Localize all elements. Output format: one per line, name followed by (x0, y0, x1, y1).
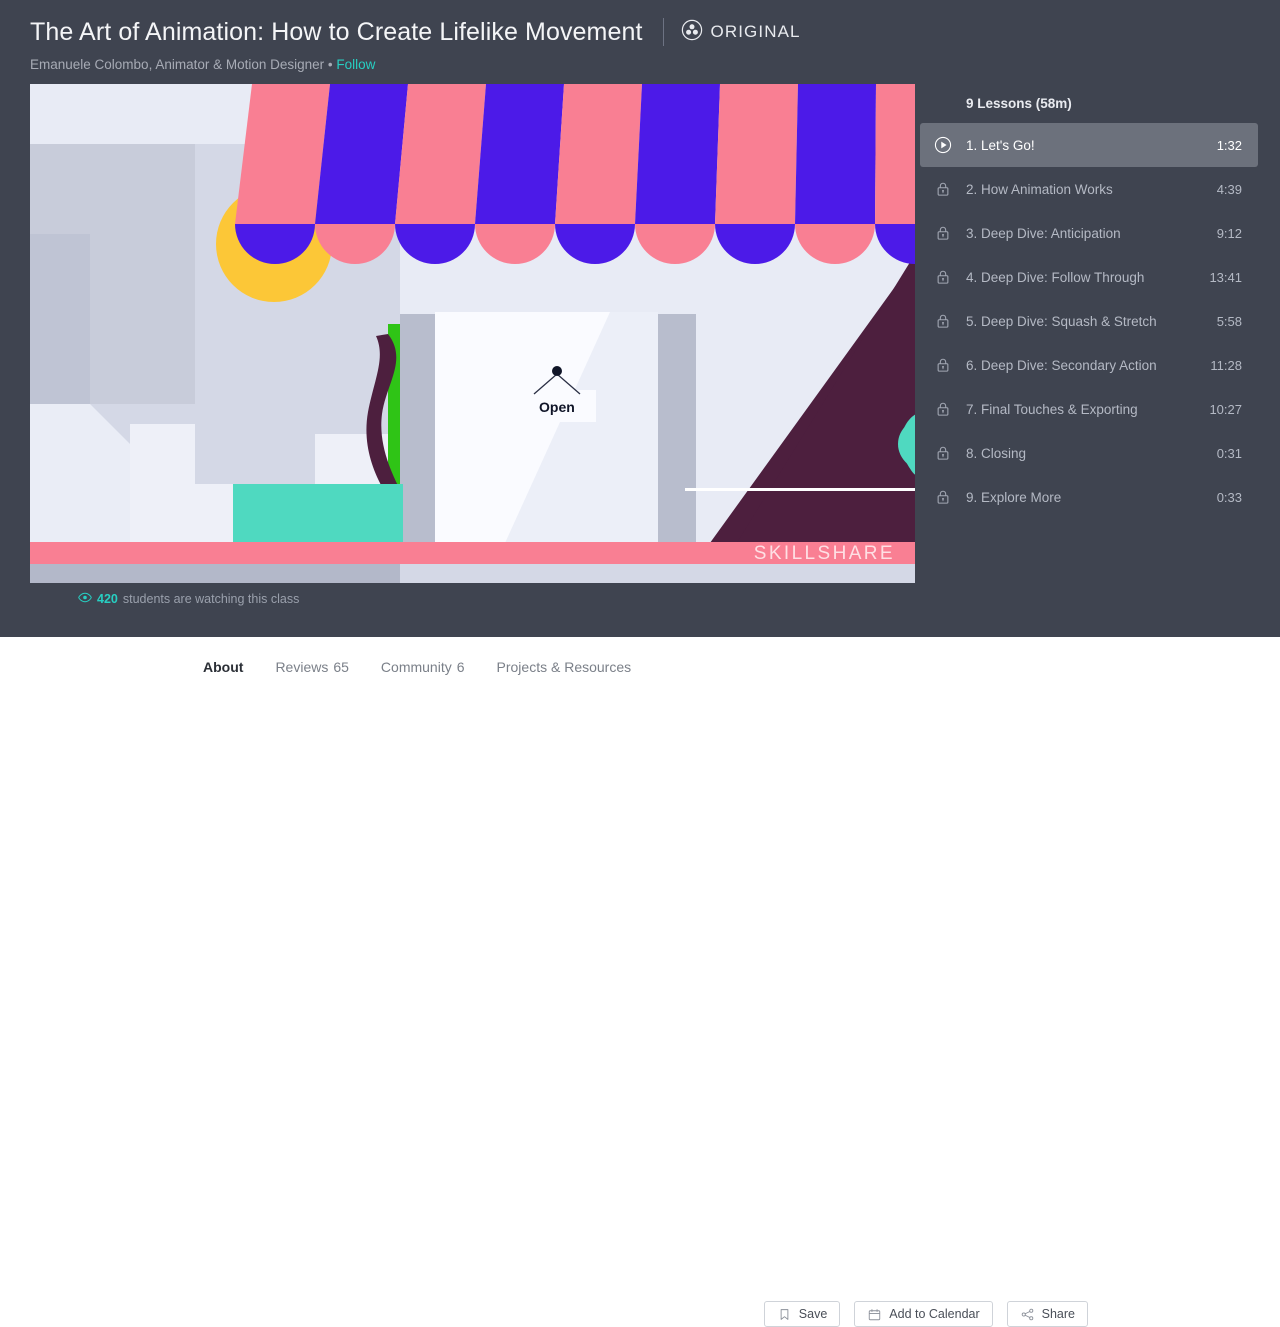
bookmark-icon (777, 1307, 792, 1322)
lesson-row[interactable]: 1. Let's Go! 1:32 (920, 123, 1258, 167)
lesson-row[interactable]: 7. Final Touches & Exporting 10:27 (920, 387, 1258, 431)
tab-label: About (203, 659, 244, 675)
tab-about[interactable]: About (203, 659, 243, 675)
tab-count: 6 (456, 659, 465, 675)
lesson-row[interactable]: 4. Deep Dive: Follow Through 13:41 (920, 255, 1258, 299)
lesson-title: 3. Deep Dive: Anticipation (966, 225, 1121, 241)
watching-status: 420 students are watching this class (78, 592, 299, 606)
lesson-title: 4. Deep Dive: Follow Through (966, 269, 1145, 285)
lesson-row[interactable]: 2. How Animation Works 4:39 (920, 167, 1258, 211)
lesson-duration: 11:28 (1210, 357, 1242, 373)
follow-link[interactable]: Follow (336, 57, 375, 72)
title-divider (662, 18, 664, 46)
share-button[interactable]: Share (1006, 1301, 1088, 1327)
button-label: Share (1041, 1307, 1075, 1321)
title-row: The Art of Animation: How to Create Life… (30, 14, 1250, 50)
button-label: Save (798, 1307, 828, 1321)
lock-icon[interactable] (920, 444, 966, 462)
tab-community[interactable]: Community 6 (381, 659, 465, 675)
original-badge-label: ORIGINAL (710, 22, 801, 41)
byline: Emanuele Colombo, Animator & Motion Desi… (30, 57, 1250, 72)
original-badge: ORIGINAL (681, 19, 801, 46)
tab-list: About Reviews 65 Community 6 Projects & Resou… (203, 659, 631, 675)
lesson-title: 7. Final Touches & Exporting (966, 401, 1138, 417)
lesson-title: 2. How Animation Works (966, 181, 1113, 197)
lock-icon[interactable] (920, 356, 966, 374)
lock-icon[interactable] (920, 180, 966, 198)
lock-icon[interactable] (920, 312, 966, 330)
lesson-duration: 4:39 (1216, 181, 1242, 197)
lesson-duration: 13:41 (1209, 269, 1242, 285)
lesson-title: 6. Deep Dive: Secondary Action (966, 357, 1157, 373)
lesson-title: 5. Deep Dive: Squash & Stretch (966, 313, 1157, 329)
bottom-bar: About Reviews 65 Community 6 Projects & Resou… (0, 637, 1280, 1327)
lesson-duration: 1:32 (1216, 137, 1242, 153)
lock-icon[interactable] (920, 400, 966, 418)
lesson-duration: 9:12 (1216, 225, 1242, 241)
tab-label: Reviews (275, 659, 329, 675)
lesson-duration: 5:58 (1216, 313, 1242, 329)
tab-count: 65 (333, 659, 349, 675)
video-player[interactable]: Open SKILLSHARE (30, 84, 915, 583)
watching-label: students are watching this class (122, 592, 300, 606)
watching-count: 420 (97, 592, 118, 606)
share-icon (1020, 1307, 1035, 1322)
lesson-title: 1. Let's Go! (966, 137, 1035, 153)
lock-icon[interactable] (920, 224, 966, 242)
lock-icon[interactable] (920, 268, 966, 286)
original-seal-icon (681, 19, 703, 46)
eye-icon (78, 592, 92, 606)
author-name: Emanuele Colombo, Animator & Motion Desi… (30, 57, 337, 72)
tab-reviews[interactable]: Reviews 65 (275, 659, 348, 675)
save-button[interactable]: Save (763, 1301, 841, 1327)
tab-label: Projects & Resources (496, 659, 632, 675)
class-header: The Art of Animation: How to Create Life… (30, 14, 1250, 73)
lesson-duration: 0:31 (1216, 445, 1242, 461)
play-icon[interactable] (920, 136, 966, 154)
lesson-title: 8. Closing (966, 445, 1027, 461)
class-artwork: Open (30, 84, 915, 583)
lesson-row[interactable]: 6. Deep Dive: Secondary Action 11:28 (920, 343, 1258, 387)
open-sign-text: Open (539, 399, 575, 415)
calendar-icon (867, 1307, 882, 1322)
lesson-row[interactable]: 3. Deep Dive: Anticipation 9:12 (920, 211, 1258, 255)
lesson-list: 1. Let's Go! 1:32 2. How Animation Works 4:… (920, 123, 1258, 519)
lesson-duration: 0:33 (1216, 489, 1242, 505)
lesson-row[interactable]: 8. Closing 0:31 (920, 431, 1258, 475)
lesson-row[interactable]: 5. Deep Dive: Squash & Stretch 5:58 (920, 299, 1258, 343)
awning (235, 84, 915, 264)
tab-label: Community (380, 659, 452, 675)
tab-projects-resources[interactable]: Projects & Resources (497, 659, 632, 675)
lessons-panel: 9 Lessons (58m) 1. Let's Go! 1:32 2. How A… (920, 84, 1258, 584)
dark-stage: The Art of Animation: How to Create Life… (0, 0, 1280, 637)
lesson-title: 9. Explore More (966, 489, 1062, 505)
add-to-calendar-button[interactable]: Add to Calendar (854, 1301, 993, 1327)
lock-icon[interactable] (920, 488, 966, 506)
action-buttons: Save Add to Calendar Share (763, 1301, 1088, 1327)
button-label: Add to Calendar (889, 1307, 980, 1321)
page-title: The Art of Animation: How to Create Life… (30, 17, 643, 46)
lesson-row[interactable]: 9. Explore More 0:33 (920, 475, 1258, 519)
lesson-duration: 10:27 (1209, 401, 1242, 417)
lessons-heading: 9 Lessons (58m) (966, 96, 1072, 111)
